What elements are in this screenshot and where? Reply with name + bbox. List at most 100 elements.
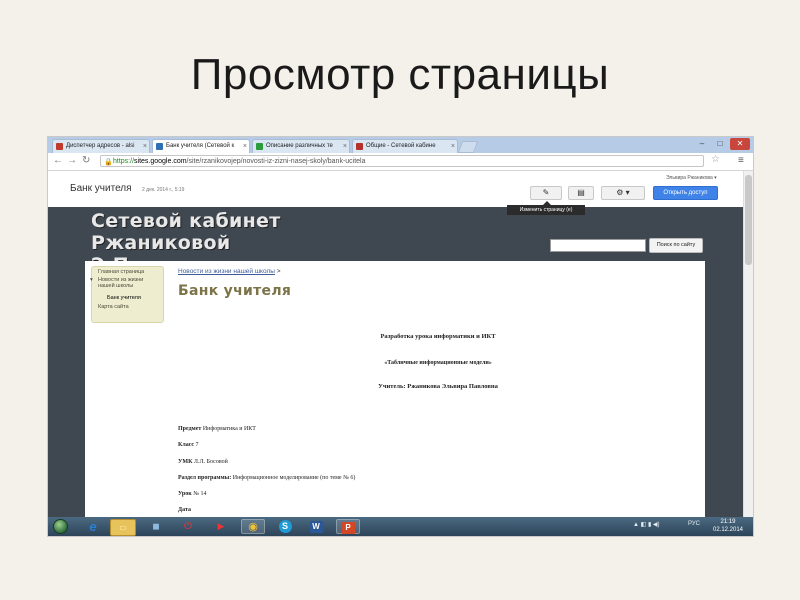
power-icon[interactable]: ⏻ (176, 519, 200, 534)
language-indicator[interactable]: РУС (688, 521, 700, 527)
word-icon[interactable]: W (304, 519, 328, 534)
field-label: Дата (178, 507, 191, 513)
page-date: 2 дек. 2014 г., 5:19 (142, 187, 185, 193)
clock[interactable]: 21:19 02.12.2014 (708, 518, 748, 534)
site-name: Банк учителя (70, 183, 132, 194)
sidebar-item-news-line2: нашей школы (98, 283, 134, 289)
field-label: Раздел программы: (178, 475, 232, 481)
sidebar-item-sitemap[interactable]: Карта сайта (98, 304, 129, 310)
gear-icon: ⚙ ▾ (616, 188, 630, 197)
breadcrumb-separator: > (274, 268, 281, 275)
sidebar-item-bank[interactable]: Банк учителя (107, 295, 141, 301)
power-glyph: ⏻ (184, 521, 192, 532)
url-domain: sites.google.com (134, 158, 187, 165)
field-label: УМК (178, 459, 193, 465)
user-account[interactable]: Эльвира Ржаникова ▾ (666, 175, 717, 181)
doc-field-section: Раздел программы: Информационное моделир… (178, 475, 355, 481)
chrome-glyph: ◉ (248, 521, 258, 533)
page-icon: ▤ (577, 188, 585, 197)
maximize-button[interactable]: □ (712, 138, 728, 150)
folder-glyph: ▭ (119, 523, 127, 532)
back-button[interactable]: ← (53, 155, 63, 167)
video-glyph: ▶ (217, 521, 225, 531)
doc-field-umk: УМК Л.Л. Босовой (178, 459, 228, 465)
tab-label: Описание различных те (266, 143, 333, 149)
doc-teacher: Учитель: Ржаникова Эльвира Павловна (378, 383, 498, 390)
minimize-button[interactable]: – (694, 138, 710, 150)
settings-button[interactable]: ⚙ ▾ (601, 186, 645, 200)
field-value: Информационное моделирование (по теме № … (232, 475, 356, 481)
doc-subheading: «Табличные информационные модели» (384, 360, 492, 366)
browser-toolbar: ← → ↻ 🔒 https://sites.google.com/site/rz… (48, 153, 753, 171)
breadcrumb: Новости из жизни нашей школы > (178, 268, 281, 275)
video-icon[interactable]: ▶ (209, 519, 233, 534)
slide-title: Просмотр страницы (190, 50, 610, 99)
sites-icon (156, 143, 163, 150)
presentation-icon[interactable]: P (336, 519, 360, 534)
taskbar: e ▭ ◼ ⏻ ▶ ◉ S W P ▲ ◧ ▮ ◀) РУС 21:19 02.… (48, 517, 753, 536)
media-glyph: ◼ (152, 521, 160, 531)
sidebar-item-home[interactable]: Главная страница (98, 269, 144, 275)
expand-icon[interactable]: ▾ (90, 277, 93, 283)
breadcrumb-link[interactable]: Новости из жизни нашей школы (178, 268, 275, 275)
sidebar-item-news[interactable]: Новости из жизни нашей школы (98, 277, 143, 289)
folder-icon[interactable]: ▭ (110, 519, 136, 536)
tab-label: Банк учителя (Сетевой к (166, 143, 235, 149)
tray-icons[interactable]: ▲ ◧ ▮ ◀) (633, 521, 660, 528)
doc-field-subject: Предмет Информатика и ИКТ (178, 426, 256, 432)
browser-screenshot: Диспетчер адресов - alsi × Банк учителя … (48, 137, 753, 536)
skype-glyph: S (278, 520, 292, 533)
page-scrollbar[interactable] (743, 171, 753, 517)
skype-icon[interactable]: S (273, 519, 297, 534)
sites-icon (356, 143, 363, 150)
page-title: Банк учителя (178, 283, 292, 299)
word-glyph: W (309, 521, 323, 533)
tab-close-icon[interactable]: × (451, 140, 455, 153)
field-value: № 14 (193, 491, 207, 497)
start-button[interactable] (53, 519, 68, 534)
banner-line-1: Сетевой кабинет Ржаниковой (91, 210, 281, 254)
clock-time: 21:19 (720, 519, 736, 525)
lock-icon: 🔒 (104, 159, 113, 166)
tab-address-manager[interactable]: Диспетчер адресов - alsi × (52, 139, 150, 153)
scroll-thumb[interactable] (745, 175, 752, 265)
tab-label: Диспетчер адресов - alsi (66, 143, 135, 149)
forward-button[interactable]: → (67, 155, 77, 167)
tab-close-icon[interactable]: × (143, 140, 147, 153)
field-label: Урок (178, 491, 192, 497)
doc-field-lesson: Урок № 14 (178, 491, 206, 497)
tab-bank-uchitelya[interactable]: Банк учителя (Сетевой к × (152, 139, 250, 153)
tab-close-icon[interactable]: × (343, 140, 347, 153)
field-value: Информатика и ИКТ (202, 426, 256, 432)
tab-description[interactable]: Описание различных те × (252, 139, 350, 153)
edit-tooltip: Изменить страницу (e) (507, 201, 585, 215)
star-icon[interactable]: ☆ (711, 154, 720, 165)
pencil-icon: ✎ (542, 188, 550, 197)
url-path: /site/rzanikovojep/novosti-iz-zizni-nase… (186, 158, 366, 165)
ie-glyph: e (89, 519, 97, 534)
chrome-icon[interactable]: ◉ (241, 519, 265, 534)
close-window-button[interactable]: ✕ (730, 138, 750, 150)
tab-general[interactable]: Общие - Сетевой кабине × (352, 139, 458, 153)
url-scheme: https:// (113, 158, 135, 165)
address-bar[interactable]: 🔒 https://sites.google.com/site/rzanikov… (100, 155, 704, 167)
new-page-button[interactable]: ▤ (568, 186, 594, 200)
share-button[interactable]: Открыть доступ (653, 186, 718, 200)
internet-explorer-icon[interactable]: e (81, 519, 105, 534)
doc-field-date: Дата (178, 507, 191, 513)
site-search-button[interactable]: Поиск по сайту (649, 238, 703, 253)
presentation-glyph: P (341, 522, 355, 534)
field-value: 7 (195, 442, 199, 448)
field-value: Л.Л. Босовой (193, 459, 228, 465)
site-search-input[interactable] (550, 239, 646, 252)
tab-close-icon[interactable]: × (243, 140, 247, 153)
clock-date: 02.12.2014 (712, 527, 744, 533)
site-header: Банк учителя 2 дек. 2014 г., 5:19 Эльвир… (48, 171, 743, 207)
media-icon[interactable]: ◼ (144, 519, 168, 534)
doc-field-class: Класс 7 (178, 442, 199, 448)
menu-icon[interactable]: ≡ (738, 155, 744, 166)
field-label: Предмет (178, 426, 202, 432)
new-tab-button[interactable] (457, 141, 479, 153)
reload-button[interactable]: ↻ (82, 155, 90, 167)
edit-page-button[interactable]: ✎ (530, 186, 562, 200)
